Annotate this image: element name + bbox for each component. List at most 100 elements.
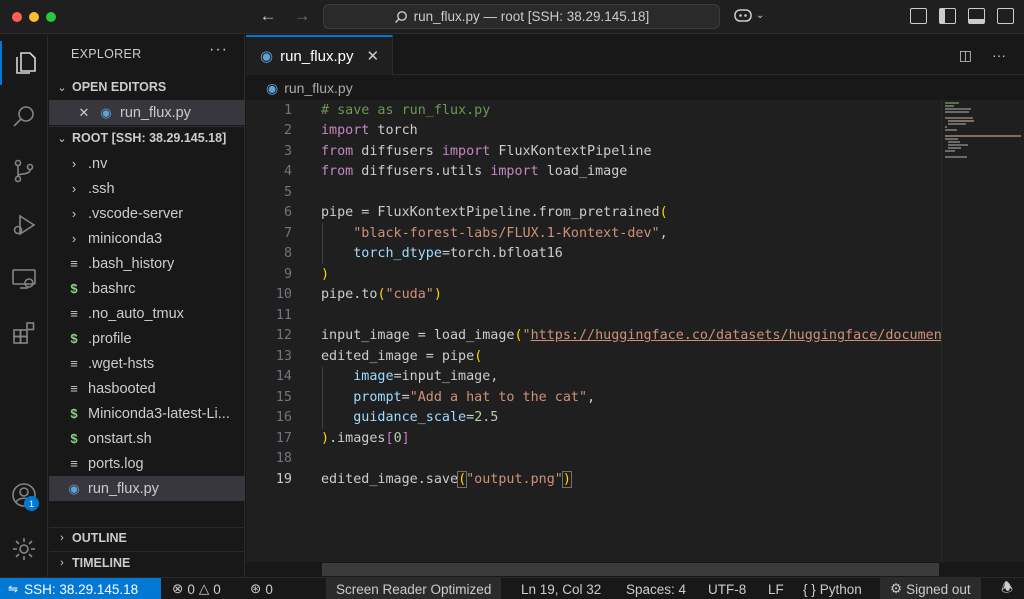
open-editor-item[interactable]: ✕ ◉ run_flux.py (49, 100, 245, 125)
copilot-status[interactable]: ⚙ Signed out (880, 578, 981, 599)
close-icon[interactable]: ✕ (366, 47, 379, 65)
code-line: 5 (246, 182, 941, 203)
cursor-position[interactable]: Ln 19, Col 32 (521, 578, 601, 599)
explorer-icon[interactable] (0, 41, 48, 85)
outline-section[interactable]: › OUTLINE (49, 527, 245, 549)
tree-item-label: .no_auto_tmux (88, 305, 184, 322)
layout-controls (910, 8, 1014, 24)
tree-item[interactable]: ≡ hasbooted (49, 376, 245, 401)
run-debug-icon[interactable] (0, 203, 48, 247)
back-arrow-icon[interactable]: ← (258, 6, 278, 26)
code-line: 14 image=input_image, (246, 367, 941, 388)
split-editor-icon[interactable]: ◫ (959, 47, 972, 64)
extensions-icon[interactable] (0, 311, 48, 355)
remote-icon: ⇋ (8, 582, 19, 596)
line-number: 9 (283, 266, 292, 282)
minimap[interactable] (941, 100, 1024, 562)
manage-gear-icon[interactable] (0, 527, 48, 571)
tree-item[interactable]: ◉ run_flux.py (49, 476, 245, 501)
remote-indicator[interactable]: ⇋ SSH: 38.29.145.18 (0, 578, 161, 599)
lines-icon: ≡ (70, 456, 78, 471)
account-status-label: Signed out (906, 581, 971, 597)
tree-item-label: ports.log (88, 455, 144, 472)
tree-item[interactable]: $ .profile (49, 326, 245, 351)
timeline-section[interactable]: › TIMELINE (49, 552, 245, 574)
search-icon[interactable] (0, 95, 48, 139)
zoom-window-button[interactable] (46, 12, 56, 22)
customize-layout-icon[interactable] (910, 8, 927, 24)
chevron-down-icon: ⌄ (57, 132, 67, 145)
tree-item[interactable]: $ onstart.sh (49, 426, 245, 451)
warning-count: 0 (213, 581, 221, 597)
line-number: 14 (275, 369, 292, 385)
minimize-window-button[interactable] (29, 12, 39, 22)
ports-indicator[interactable]: ⊛ 0 (250, 578, 273, 599)
tree-item[interactable]: ≡ .bash_history (49, 251, 245, 276)
code-line: 7 "black-forest-labs/FLUX.1-Kontext-dev"… (246, 223, 941, 244)
tree-item-label: .profile (88, 330, 132, 347)
chevron-right-icon: › (71, 231, 77, 246)
open-editors-section[interactable]: ⌄ OPEN EDITORS (49, 76, 245, 98)
end-of-line[interactable]: LF (768, 578, 784, 599)
toggle-secondary-sidebar-icon[interactable] (997, 8, 1014, 24)
encoding[interactable]: UTF-8 (708, 578, 746, 599)
tree-item-label: .nv (88, 155, 108, 172)
remote-explorer-icon[interactable] (0, 257, 48, 301)
language-mode[interactable]: { } Python (803, 578, 862, 599)
copilot-menu[interactable]: ⌄ (733, 7, 764, 23)
source-control-icon[interactable] (0, 149, 48, 193)
tree-item[interactable]: › .nv (49, 151, 245, 176)
tree-item[interactable]: › miniconda3 (49, 226, 245, 251)
chevron-right-icon: › (71, 156, 77, 171)
tree-item[interactable]: $ .bashrc (49, 276, 245, 301)
tree-item-label: .bash_history (88, 255, 175, 272)
tree-item-label: Miniconda3-latest-Li... (88, 405, 230, 422)
code-line: 3 from diffusers import FluxKontextPipeli… (246, 141, 941, 162)
more-actions-icon[interactable]: ··· (209, 41, 228, 59)
tree-item[interactable]: › .ssh (49, 176, 245, 201)
tree-item[interactable]: › .vscode-server (49, 201, 245, 226)
tab-label: run_flux.py (280, 47, 354, 65)
problems-indicator[interactable]: ⊗ 0 △ 0 (172, 578, 221, 599)
breadcrumb[interactable]: ◉ run_flux.py (246, 76, 353, 100)
tree-item[interactable]: $ Miniconda3-latest-Li... (49, 401, 245, 426)
accounts-icon[interactable]: 1 (0, 473, 48, 517)
line-number: 11 (275, 307, 292, 323)
dollar-icon: $ (70, 331, 78, 346)
line-number: 6 (283, 205, 292, 221)
line-number: 17 (275, 430, 292, 446)
editor-tabs: ◉ run_flux.py ✕ ◫ ··· (246, 35, 1024, 75)
close-window-button[interactable] (12, 12, 22, 22)
code-line: 10 pipe.to("cuda") (246, 285, 941, 306)
lines-icon: ≡ (70, 381, 78, 396)
tree-item[interactable]: ≡ .no_auto_tmux (49, 301, 245, 326)
close-icon[interactable]: ✕ (76, 105, 92, 121)
braces-icon: { } (803, 581, 816, 597)
title-bar: ← → run_flux.py — root [SSH: 38.29.145.1… (0, 0, 1024, 34)
forward-arrow-icon[interactable]: → (292, 6, 312, 26)
dollar-icon: $ (70, 431, 78, 446)
notifications-bell-icon[interactable]: 🕭 (1001, 578, 1013, 599)
horizontal-scrollbar[interactable] (322, 563, 939, 576)
tree-item[interactable]: ≡ ports.log (49, 451, 245, 476)
line-number: 19 (275, 471, 292, 487)
root-folder-section[interactable]: ⌄ ROOT [SSH: 38.29.145.18] (49, 127, 245, 149)
indentation[interactable]: Spaces: 4 (626, 578, 686, 599)
screen-reader-label: Screen Reader Optimized (336, 581, 492, 597)
python-icon: ◉ (266, 79, 279, 96)
command-center[interactable]: run_flux.py — root [SSH: 38.29.145.18] (323, 4, 720, 29)
breadcrumb-file: run_flux.py (284, 80, 353, 96)
more-actions-icon[interactable]: ··· (992, 47, 1006, 64)
tab-run-flux[interactable]: ◉ run_flux.py ✕ (246, 35, 393, 75)
code-line: 17).images[0] (246, 428, 941, 449)
copilot-icon: ⚙ (890, 581, 903, 596)
line-number: 5 (283, 184, 292, 200)
code-editor[interactable]: 1 # save as run_flux.py 2 import torch 3 fr… (246, 100, 941, 562)
code-line: 16 guidance_scale=2.5 (246, 408, 941, 429)
ports-icon: ⊛ (250, 581, 262, 596)
toggle-primary-sidebar-icon[interactable] (939, 8, 956, 24)
code-line: 1 # save as run_flux.py (246, 100, 941, 121)
tree-item[interactable]: ≡ .wget-hsts (49, 351, 245, 376)
screen-reader-mode[interactable]: Screen Reader Optimized (326, 578, 502, 599)
toggle-panel-icon[interactable] (968, 8, 985, 24)
